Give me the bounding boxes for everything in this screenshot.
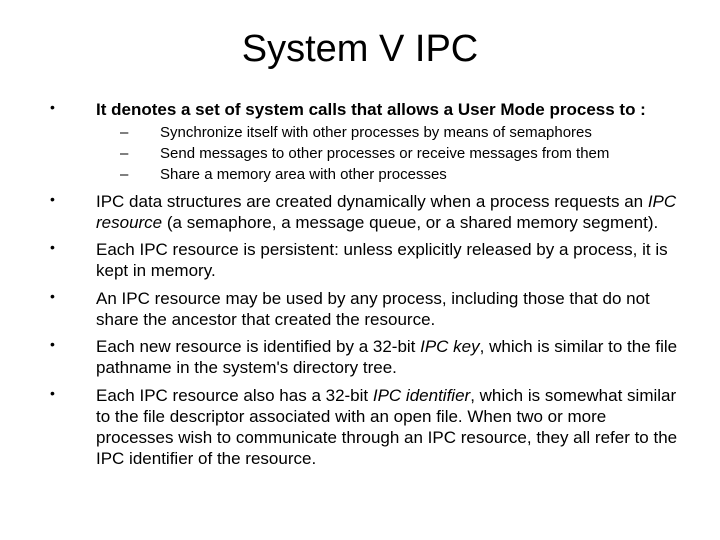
sub-bullet-1: Synchronize itself with other processes … (96, 124, 680, 143)
bullet-3-text: Each IPC resource is persistent: unless … (96, 240, 668, 280)
bullet-5-text-a: Each new resource is identified by a 32-… (96, 337, 420, 356)
sub-bullet-3: Share a memory area with other processes (96, 166, 680, 185)
bullet-4: An IPC resource may be used by any proce… (40, 288, 680, 331)
bullet-6-text-a: Each IPC resource also has a 32-bit (96, 386, 373, 405)
bullet-4-text: An IPC resource may be used by any proce… (96, 289, 650, 329)
bullet-1: It denotes a set of system calls that al… (40, 99, 680, 185)
bullet-list: It denotes a set of system calls that al… (40, 99, 680, 470)
bullet-1-text: It denotes a set of system calls that al… (96, 100, 646, 119)
slide-title: System V IPC (40, 28, 680, 71)
slide: System V IPC It denotes a set of system … (0, 0, 720, 540)
bullet-6-text-b: IPC identifier (373, 386, 470, 405)
bullet-2: IPC data structures are created dynamica… (40, 191, 680, 234)
bullet-2-text-c: (a semaphore, a message queue, or a shar… (162, 213, 658, 232)
bullet-5: Each new resource is identified by a 32-… (40, 336, 680, 379)
bullet-6: Each IPC resource also has a 32-bit IPC … (40, 385, 680, 470)
sub-list: Synchronize itself with other processes … (96, 124, 680, 184)
bullet-3: Each IPC resource is persistent: unless … (40, 239, 680, 282)
sub-bullet-2: Send messages to other processes or rece… (96, 145, 680, 164)
bullet-5-text-b: IPC key (420, 337, 480, 356)
bullet-2-text-a: IPC data structures are created dynamica… (96, 192, 648, 211)
